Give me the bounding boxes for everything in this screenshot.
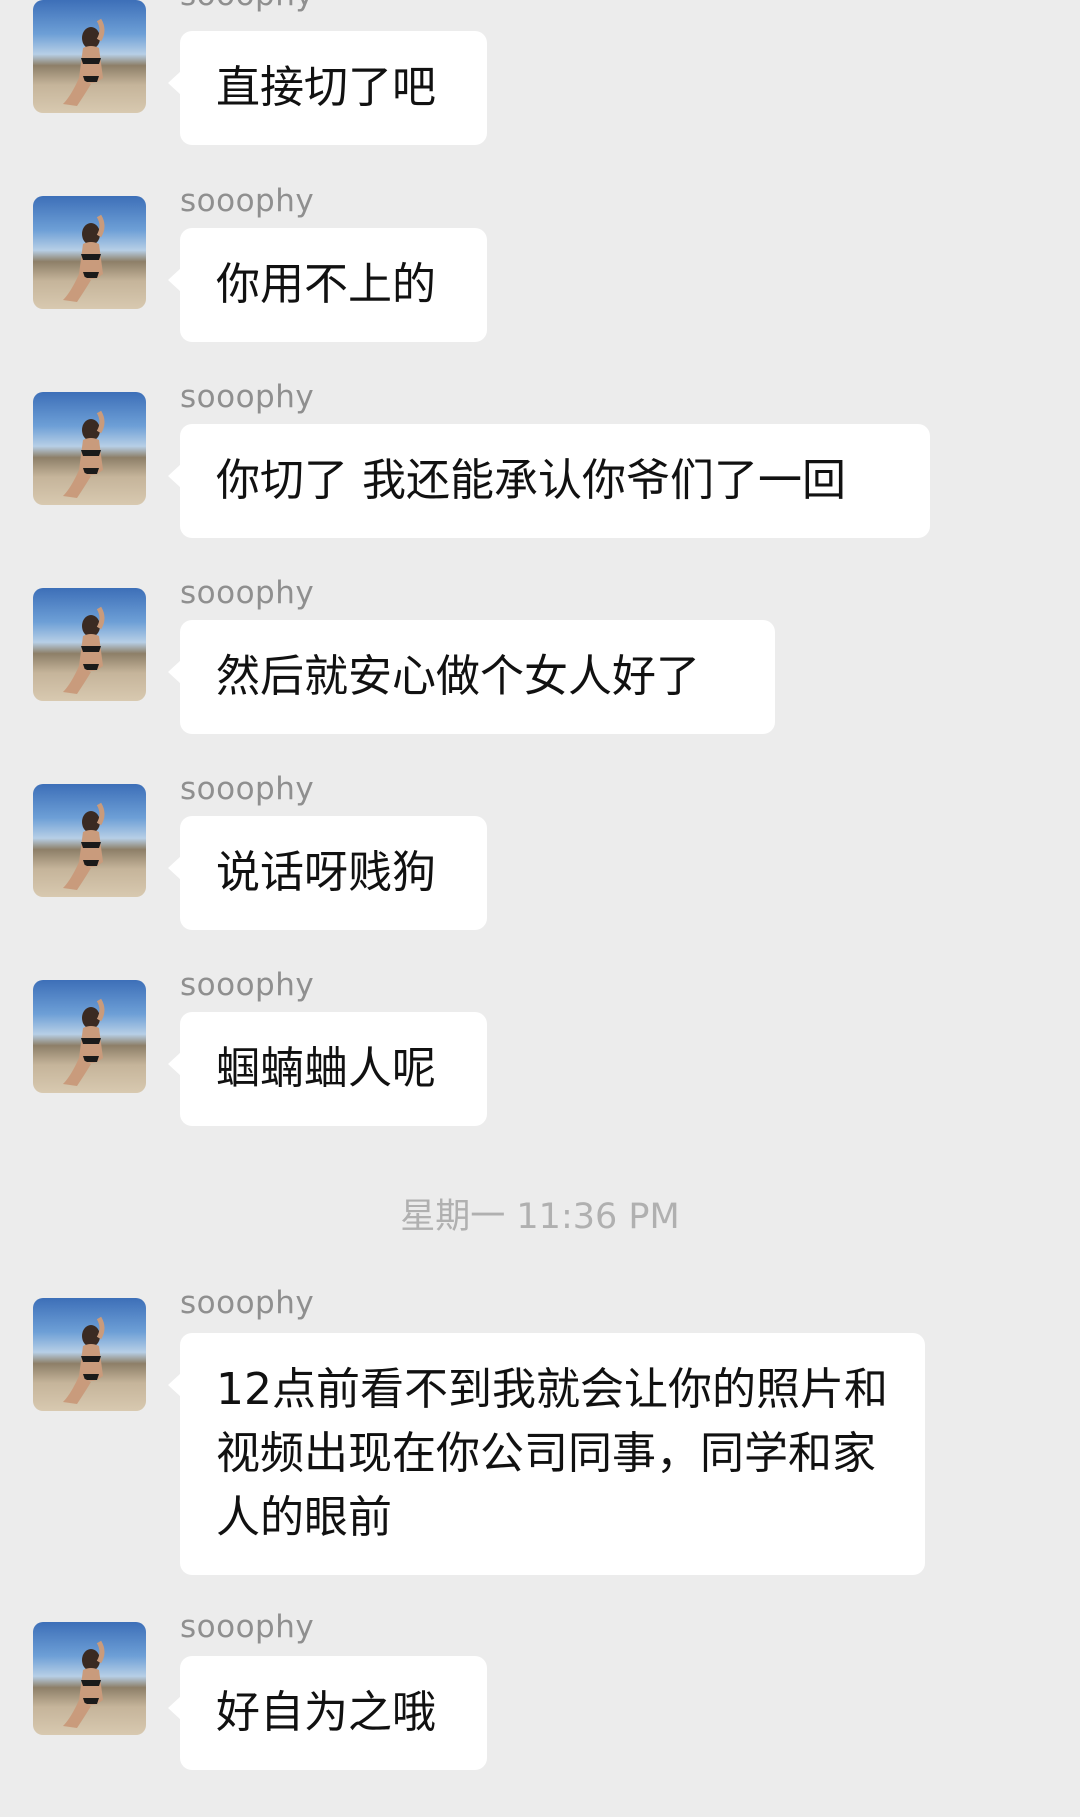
avatar-photo-icon bbox=[63, 998, 105, 1086]
avatar-photo-icon bbox=[63, 18, 105, 106]
message-bubble[interactable]: 好自为之哦 bbox=[168, 1656, 487, 1770]
message-bubble[interactable]: 然后就安心做个女人好了 bbox=[168, 620, 775, 734]
sender-name: sooophy bbox=[180, 967, 315, 1003]
avatar[interactable] bbox=[33, 392, 146, 505]
sender-name: sooophy bbox=[180, 575, 315, 611]
avatar-photo-icon bbox=[63, 410, 105, 498]
sender-name: sooophy bbox=[180, 0, 314, 11]
avatar-photo-icon bbox=[63, 802, 105, 890]
avatar[interactable] bbox=[33, 588, 146, 701]
sender-name: sooophy bbox=[180, 1285, 315, 1321]
avatar[interactable] bbox=[33, 980, 146, 1093]
avatar-photo-icon bbox=[63, 214, 105, 302]
avatar-photo-icon bbox=[63, 1640, 105, 1728]
chat-view: sooophy 直接切了吧 sooophy 你用不上的 bbox=[0, 0, 1080, 1817]
avatar[interactable] bbox=[33, 0, 146, 113]
message-bubble[interactable]: 你切了 我还能承认你爷们了一回 bbox=[168, 424, 930, 538]
timestamp-divider: 星期一 11:36 PM bbox=[400, 1197, 680, 1237]
sender-name: sooophy bbox=[180, 379, 315, 415]
avatar-photo-icon bbox=[63, 606, 105, 694]
sender-name: sooophy bbox=[180, 1609, 315, 1645]
sender-name: sooophy bbox=[180, 771, 315, 807]
avatar[interactable] bbox=[33, 784, 146, 897]
avatar[interactable] bbox=[33, 196, 146, 309]
message-bubble[interactable]: 蝈蝻蛐人呢 bbox=[168, 1012, 487, 1126]
avatar[interactable] bbox=[33, 1622, 146, 1735]
message-bubble[interactable]: 你用不上的 bbox=[168, 228, 487, 342]
message-bubble[interactable]: 直接切了吧 bbox=[168, 31, 487, 145]
avatar[interactable] bbox=[33, 1298, 146, 1411]
message-bubble[interactable]: 12点前看不到我就会让你的照片和视频出现在你公司同事，同学和家人的眼前 bbox=[168, 1333, 925, 1575]
sender-name: sooophy bbox=[180, 183, 315, 219]
message-bubble[interactable]: 说话呀贱狗 bbox=[168, 816, 487, 930]
avatar-photo-icon bbox=[63, 1316, 105, 1404]
